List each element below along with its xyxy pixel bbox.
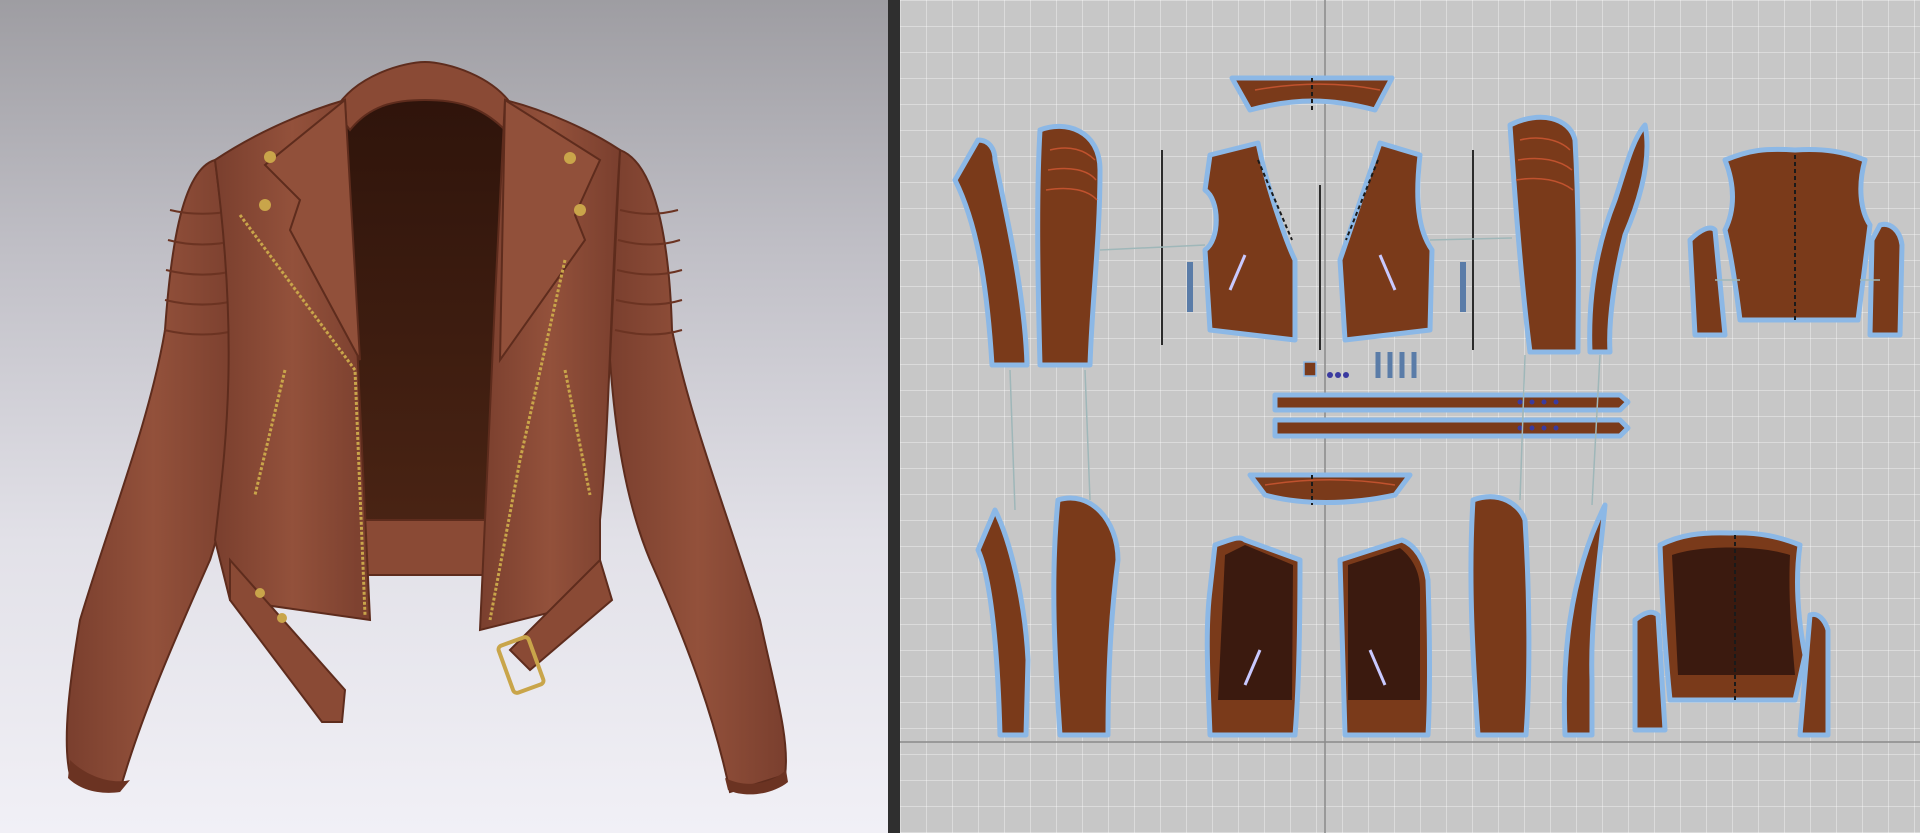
belt-eyelet-icon — [277, 613, 287, 623]
pattern-piece-back-upper[interactable] — [1722, 146, 1873, 323]
pattern-piece-lining-sleeve-top-right[interactable] — [1468, 494, 1532, 738]
pattern-layout — [900, 0, 1920, 833]
zipper-tape-piece[interactable] — [1460, 262, 1466, 312]
pattern-piece-lining-sleeve-top-left[interactable] — [1051, 495, 1121, 738]
left-lapel-snap-icon — [259, 199, 271, 211]
3d-viewport[interactable] — [0, 0, 888, 833]
right-lapel-snap-icon — [574, 204, 586, 216]
2d-pattern-viewport[interactable] — [900, 0, 1920, 833]
belt-loops[interactable] — [1375, 352, 1417, 378]
zipper-tape-piece[interactable] — [1187, 262, 1193, 312]
pattern-piece-tab[interactable] — [1303, 361, 1317, 377]
jacket-lining — [345, 100, 505, 540]
pattern-piece-lining-side-left[interactable] — [1632, 609, 1668, 733]
back-hem — [361, 519, 501, 576]
right-collar-snap-icon — [564, 152, 576, 164]
pattern-piece-front-left[interactable] — [1202, 140, 1298, 343]
pattern-piece-sleeve-top-left[interactable] — [1035, 123, 1103, 368]
pattern-piece-lining-side-right[interactable] — [1797, 611, 1831, 738]
app-window — [0, 0, 1920, 833]
pattern-piece-belt-lower[interactable] — [1272, 417, 1631, 439]
pattern-piece-belt-upper[interactable] — [1272, 392, 1631, 413]
pattern-piece-sleeve-under-right[interactable] — [1587, 122, 1650, 355]
pattern-piece-lining-sleeve-under-left[interactable] — [975, 507, 1031, 738]
pattern-piece-sleeve-top-right[interactable] — [1507, 114, 1581, 355]
view-splitter[interactable] — [888, 0, 900, 833]
pattern-piece-lining-sleeve-under-right[interactable] — [1561, 502, 1608, 738]
belt-eyelet-icon — [255, 588, 265, 598]
pattern-piece-back-side-left[interactable] — [1687, 225, 1728, 338]
left-sleeve — [65, 158, 242, 792]
jacket-3d-render — [65, 60, 788, 795]
left-collar-snap-icon — [264, 151, 276, 163]
right-sleeve — [608, 148, 787, 794]
pattern-piece-collar-stand[interactable] — [1247, 472, 1413, 505]
pattern-piece-sleeve-under-left[interactable] — [952, 137, 1030, 368]
pattern-piece-front-right[interactable] — [1337, 140, 1435, 343]
